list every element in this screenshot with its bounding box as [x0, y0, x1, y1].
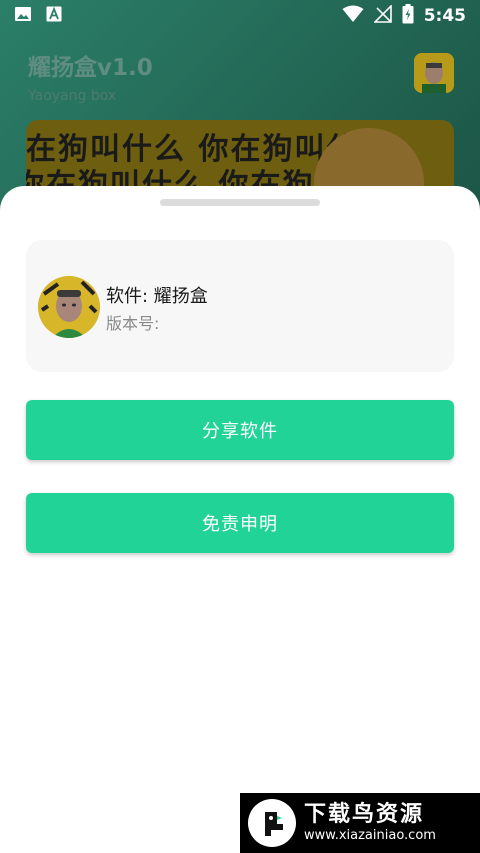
header-avatar[interactable]: [414, 53, 454, 93]
drag-handle[interactable]: [160, 199, 320, 206]
watermark-url: www.xiazainiao.com: [304, 828, 436, 843]
text-a-icon: [46, 6, 62, 26]
share-app-button[interactable]: 分享软件: [26, 400, 454, 460]
app-header: 耀扬盒v1.0 Yaoyang box: [28, 48, 454, 104]
watermark-title: 下载鸟资源: [304, 802, 425, 827]
app-title: 耀扬盒v1.0: [28, 55, 153, 81]
battery-charging-icon: [402, 4, 414, 28]
bottom-sheet: 软件: 耀扬盒 版本号: 分享软件 免责申明: [0, 186, 480, 853]
wifi-icon: [342, 5, 364, 27]
image-icon: [14, 6, 32, 26]
status-bar: 5:45: [0, 0, 480, 32]
watermark: 下载鸟资源 www.xiazainiao.com: [240, 793, 480, 853]
status-time: 5:45: [423, 6, 466, 26]
no-signal-icon: [372, 4, 392, 27]
disclaimer-button[interactable]: 免责申明: [26, 493, 454, 553]
app-info-card: 软件: 耀扬盒 版本号:: [26, 240, 454, 372]
app-name-label: 软件: 耀扬盒: [106, 286, 208, 307]
app-avatar: [38, 276, 100, 338]
version-label: 版本号:: [106, 314, 160, 333]
bird-logo-icon: [248, 799, 296, 847]
app-subtitle: Yaoyang box: [28, 88, 117, 104]
